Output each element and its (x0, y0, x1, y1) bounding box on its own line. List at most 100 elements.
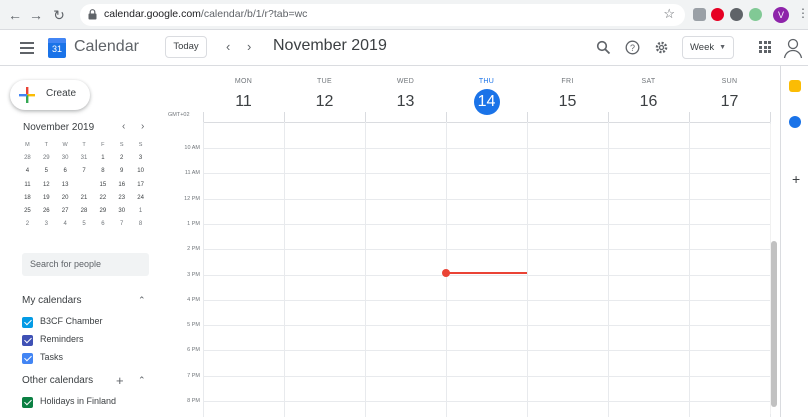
main-menu-icon[interactable] (20, 42, 34, 54)
mini-day-cell[interactable]: 25 (18, 205, 37, 218)
keep-icon[interactable] (789, 80, 801, 92)
mini-day-cell[interactable]: 8 (131, 218, 150, 231)
collapse-chevron-icon[interactable]: ⌃ (138, 295, 146, 306)
get-addons-plus-icon[interactable]: + (792, 171, 800, 187)
header-divider (203, 122, 770, 123)
previous-week-chevron-icon[interactable]: ‹ (226, 39, 230, 54)
mini-day-cell[interactable]: 14 (75, 177, 94, 192)
mini-day-cell[interactable]: 19 (37, 192, 56, 205)
profile-avatar[interactable]: V (773, 7, 789, 23)
browser-menu-icon[interactable]: ⋮ (797, 6, 808, 20)
mini-day-cell[interactable]: 13 (56, 179, 75, 192)
mini-day-cell[interactable]: 30 (56, 152, 75, 165)
mini-day-cell[interactable]: 7 (112, 218, 131, 231)
mini-day-cell[interactable]: 9 (112, 165, 131, 178)
mini-day-cell[interactable]: 28 (18, 152, 37, 165)
mini-day-cell[interactable]: 1 (131, 205, 150, 218)
reload-icon[interactable]: ↻ (50, 6, 68, 24)
hour-divider (203, 299, 770, 301)
account-icon[interactable] (783, 37, 803, 59)
mini-day-cell[interactable]: 24 (131, 192, 150, 205)
day-column-header[interactable]: MON 11 (203, 78, 284, 115)
mini-day-cell[interactable]: 21 (75, 192, 94, 205)
mini-day-cell[interactable]: 8 (93, 165, 112, 178)
extension-icon[interactable] (749, 8, 762, 21)
mini-day-cell[interactable]: 29 (37, 152, 56, 165)
mini-day-cell[interactable]: 7 (75, 165, 94, 178)
mini-day-cell[interactable]: 22 (93, 192, 112, 205)
mini-day-cell[interactable]: 20 (56, 192, 75, 205)
mini-day-cell[interactable]: 11 (18, 179, 37, 192)
create-button[interactable]: Create (10, 80, 90, 110)
day-number[interactable]: 16 (608, 89, 689, 115)
calendar-logo-icon: 31 (48, 38, 66, 58)
next-week-chevron-icon[interactable]: › (247, 39, 251, 54)
day-column-header[interactable]: WED 13 (365, 78, 446, 115)
help-icon[interactable]: ? (625, 40, 640, 55)
mini-day-cell[interactable]: 28 (75, 205, 94, 218)
day-number[interactable]: 14 (473, 89, 500, 115)
mini-prev-chevron-icon[interactable]: ‹ (122, 121, 125, 132)
mini-day-cell[interactable]: 3 (37, 218, 56, 231)
calendar-checkbox[interactable] (22, 335, 33, 346)
mini-day-cell[interactable]: 17 (131, 179, 150, 192)
day-name: SUN (721, 78, 738, 85)
hour-label: 3 PM (187, 271, 200, 278)
mini-day-cell[interactable]: 29 (93, 205, 112, 218)
day-column-header[interactable]: THU 14 (446, 78, 527, 115)
mini-day-cell[interactable]: 15 (93, 179, 112, 192)
mini-day-cell[interactable]: 5 (75, 218, 94, 231)
tasks-icon[interactable] (789, 116, 801, 128)
grid-scrollbar[interactable] (771, 241, 777, 407)
day-column-header[interactable]: TUE 12 (284, 78, 365, 115)
mini-day-cell[interactable]: 23 (112, 192, 131, 205)
view-selector[interactable]: Week ▼ (682, 36, 734, 59)
address-bar[interactable]: calendar.google.com/calendar/b/1/r?tab=w… (80, 4, 685, 26)
mini-day-cell[interactable]: 12 (37, 179, 56, 192)
bookmark-star-icon[interactable]: ☆ (663, 6, 675, 22)
collapse-chevron-icon[interactable]: ⌃ (138, 375, 146, 386)
extension-icon[interactable] (693, 8, 706, 21)
day-number[interactable]: 12 (284, 89, 365, 115)
pinterest-icon[interactable] (711, 8, 724, 21)
mini-day-cell[interactable]: 16 (112, 179, 131, 192)
forward-arrow-icon[interactable]: → (27, 6, 45, 24)
google-apps-icon[interactable] (759, 41, 771, 53)
day-column-header[interactable]: SAT 16 (608, 78, 689, 115)
add-calendar-plus-icon[interactable]: + (116, 373, 124, 388)
search-icon[interactable] (596, 40, 611, 55)
mini-day-cell[interactable]: 1 (93, 152, 112, 165)
mini-day-cell[interactable]: 3 (131, 152, 150, 165)
today-button[interactable]: Today (165, 36, 207, 58)
day-number[interactable]: 11 (203, 89, 284, 115)
mini-day-cell[interactable]: 30 (112, 205, 131, 218)
mini-day-cell[interactable]: 6 (56, 165, 75, 178)
mini-day-cell[interactable]: 10 (131, 165, 150, 178)
day-column-header[interactable]: SUN 17 (689, 78, 770, 115)
other-calendars-title[interactable]: Other calendars (22, 375, 93, 386)
mini-day-cell[interactable]: 2 (112, 152, 131, 165)
my-calendars-title[interactable]: My calendars (22, 295, 81, 306)
mini-day-cell[interactable]: 5 (37, 165, 56, 178)
day-number[interactable]: 17 (689, 89, 770, 115)
settings-gear-icon[interactable] (654, 40, 669, 55)
hour-divider (203, 173, 770, 175)
mini-next-chevron-icon[interactable]: › (141, 121, 144, 132)
calendar-checkbox[interactable] (22, 353, 33, 364)
search-people-input[interactable]: Search for people (22, 253, 149, 276)
day-column-header[interactable]: FRI 15 (527, 78, 608, 115)
mini-day-cell[interactable]: 27 (56, 205, 75, 218)
day-number[interactable]: 13 (365, 89, 446, 115)
calendar-checkbox[interactable] (22, 317, 33, 328)
mini-day-cell[interactable]: 2 (18, 218, 37, 231)
mini-day-cell[interactable]: 18 (18, 192, 37, 205)
day-number[interactable]: 15 (527, 89, 608, 115)
mini-day-cell[interactable]: 4 (56, 218, 75, 231)
mini-day-cell[interactable]: 6 (93, 218, 112, 231)
back-arrow-icon[interactable]: ← (6, 6, 24, 24)
mini-day-cell[interactable]: 4 (18, 165, 37, 178)
mini-day-cell[interactable]: 26 (37, 205, 56, 218)
calendar-checkbox[interactable] (22, 397, 33, 408)
mini-day-cell[interactable]: 31 (75, 152, 94, 165)
extension-icon[interactable] (730, 8, 743, 21)
